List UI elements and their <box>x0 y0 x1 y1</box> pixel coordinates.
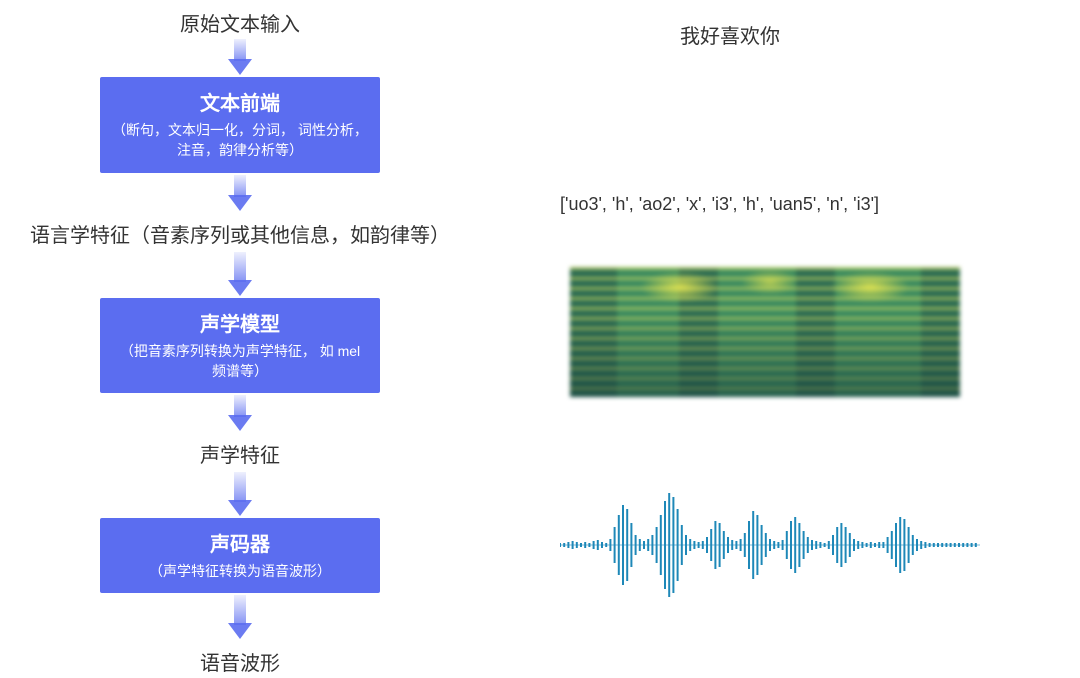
arrow-icon <box>230 472 250 516</box>
arrow-icon <box>230 252 250 296</box>
stage3-desc: （声学特征转换为语音波形） <box>112 561 368 581</box>
spectrogram-image <box>570 267 960 397</box>
stage-vocoder: 声码器 （声学特征转换为语音波形） <box>100 518 380 593</box>
example-phoneme-sequence: ['uo3', 'h', 'ao2', 'x', 'i3', 'h', 'uan… <box>560 194 879 215</box>
stage1-title: 文本前端 <box>112 87 368 116</box>
waveform-image <box>560 490 980 600</box>
input-label: 原始文本输入 <box>180 8 300 37</box>
stage-text-frontend: 文本前端 （断句，文本归一化，分词， 词性分析，注音，韵律分析等） <box>100 77 380 173</box>
stage3-title: 声码器 <box>112 528 368 557</box>
arrow-icon <box>230 175 250 211</box>
acoustic-features-label: 声学特征 <box>200 439 280 468</box>
example-input-text: 我好喜欢你 <box>680 20 780 49</box>
pipeline-column: 原始文本输入 文本前端 （断句，文本归一化，分词， 词性分析，注音，韵律分析等）… <box>0 0 480 678</box>
arrow-icon <box>230 395 250 431</box>
arrow-icon <box>230 39 250 75</box>
stage1-desc: （断句，文本归一化，分词， 词性分析，注音，韵律分析等） <box>112 120 368 161</box>
output-label: 语音波形 <box>200 647 280 676</box>
stage2-desc: （把音素序列转换为声学特征， 如 mel 频谱等） <box>112 341 368 382</box>
stage-acoustic-model: 声学模型 （把音素序列转换为声学特征， 如 mel 频谱等） <box>100 298 380 394</box>
stage2-title: 声学模型 <box>112 308 368 337</box>
linguistic-features-label: 语言学特征（音素序列或其他信息，如韵律等） <box>10 219 470 248</box>
